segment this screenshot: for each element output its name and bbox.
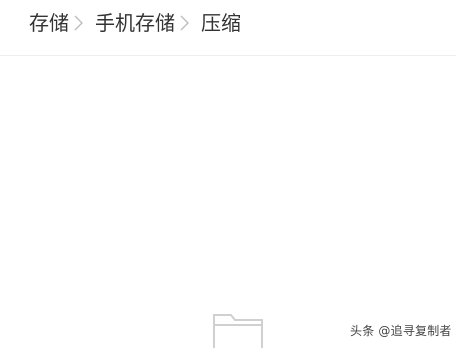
breadcrumb-item-compressed: 压缩: [201, 11, 241, 35]
breadcrumb-item-storage[interactable]: 存储: [29, 8, 69, 38]
header-divider: [0, 55, 456, 56]
breadcrumb: 存储 手机存储 压缩: [29, 8, 241, 38]
chevron-right-icon: [177, 13, 193, 33]
watermark-text: 头条 @追寻复制者: [350, 324, 452, 338]
chevron-right-icon: [71, 13, 87, 33]
breadcrumb-item-phone-storage[interactable]: 手机存储: [95, 8, 175, 38]
folder-icon: [212, 311, 264, 348]
